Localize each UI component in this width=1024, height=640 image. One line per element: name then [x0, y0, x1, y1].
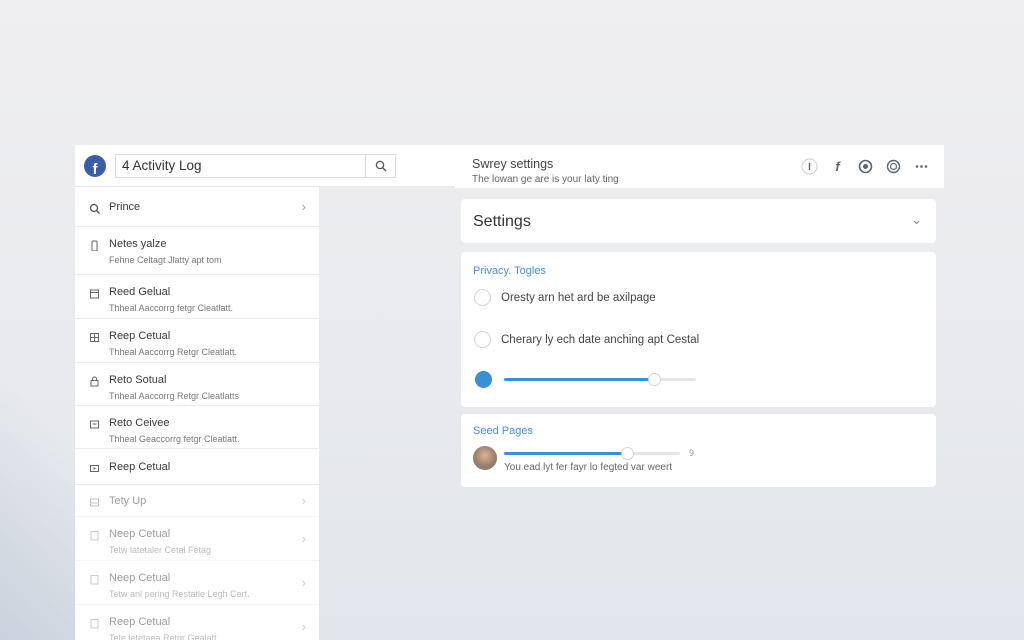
chevron-right-icon[interactable]: › [302, 493, 306, 508]
more-icon[interactable] [913, 158, 930, 175]
privacy-option-2[interactable]: Cherary ly ech date anching apt Cestal [474, 331, 699, 348]
globe-icon[interactable] [885, 158, 902, 175]
sidebar-item-subtitle: Tetw anl pering Restatle Legh Cert. [109, 589, 250, 599]
sidebar-item-label: Neep Cetual [109, 572, 171, 584]
sidebar-item[interactable]: Reep Cetual Thheal Aaccorrg Retgr Cleatla… [75, 319, 319, 363]
message-icon [89, 419, 100, 430]
settings-header: Swrey settings The lowan ge are is your … [455, 145, 944, 188]
saved-pages-card: Seed Pages 9 You ead lyt fer fayr lo feg… [461, 414, 936, 487]
sidebar-item[interactable]: Reto Sotual Tnheal Aaccorrg Retgr Cleatla… [75, 363, 319, 406]
sidebar-item-label: Netes yalze [109, 238, 167, 250]
chevron-right-icon[interactable]: › [302, 575, 306, 590]
saved-slider[interactable] [504, 447, 680, 460]
sidebar-item[interactable]: Tety Up › [75, 485, 319, 517]
sidebar-item-label: Reto Sotual [109, 374, 167, 386]
search-icon [375, 160, 386, 171]
search-box [115, 153, 396, 178]
sidebar-item-subtitle: Tete letetaea Retgr Gealatt. [109, 633, 220, 640]
privacy-option-1[interactable]: Oresty arn het ard be axilpage [474, 289, 656, 306]
sidebar-item-subtitle: Tetw latetaler Cetal Fetag [109, 545, 212, 555]
sidebar-item[interactable]: Reed Gelual Thheal Aaccorrg fetgr Cleatla… [75, 275, 319, 319]
slider-value: 9 [689, 448, 695, 458]
calendar-icon [89, 288, 100, 299]
sidebar-item-subtitle: Thheal Aaccorrg Retgr Cleatlatt. [109, 347, 238, 357]
sidebar-item-label: Tety Up [109, 494, 147, 507]
sidebar-item[interactable]: Reep Cetual Tete letetaea Retgr Gealatt. › [75, 605, 319, 640]
sidebar-item[interactable]: Neep Cetual Tetw anl pering Restatle Legh… [75, 561, 319, 605]
sidebar-item-label: Reep Cetual [109, 460, 171, 473]
sidebar-item[interactable]: Reep Cetual [75, 449, 319, 485]
sidebar-item-subtitle: Fehne Celtagt Jlatty apt tom [109, 255, 222, 265]
radio-button[interactable] [474, 331, 491, 348]
saved-title: Seed Pages [473, 425, 533, 437]
lock-icon [89, 376, 100, 387]
sidebar-item-label: Reep Cetual [109, 330, 171, 342]
radio-button[interactable] [474, 289, 491, 306]
privacy-title: Privacy. Togles [473, 265, 546, 277]
sidebar-item-label: Prince [109, 200, 141, 213]
sidebar-item[interactable]: Reto Ceivee Thheal Geaccorrg fetgr Cleatl… [75, 406, 319, 449]
doc-icon [89, 530, 100, 541]
sidebar-item-label: Neep Cetual [109, 528, 171, 540]
chevron-right-icon[interactable]: › [302, 531, 306, 546]
slider-handle[interactable] [621, 447, 635, 460]
grid-icon [89, 332, 100, 343]
left-sidebar: Prince › Netes yalze Fehne Celtagt Jlatty a… [75, 145, 319, 640]
saved-description: You ead lyt fer fayr lo fegted var weert [504, 462, 673, 473]
sidebar-item-subtitle: Thheal Geaccorrg fetgr Cleatlatt. [109, 434, 240, 444]
doc-icon [89, 574, 100, 585]
sidebar-item-label: Reed Gelual [109, 286, 171, 298]
search-input[interactable] [116, 154, 365, 177]
header-subtitle: The lowan ge are is your laty ting [472, 174, 619, 185]
sidebar-item-subtitle: Tnheal Aaccorrg Retgr Cleatlatts [109, 391, 240, 401]
sidebar-item-subtitle: Thheal Aaccorrg fetgr Cleatlatt. [109, 303, 234, 313]
slider-fill [504, 452, 628, 455]
sidebar-item-label: Reep Cetual [109, 616, 171, 628]
search-bar: f [75, 145, 455, 187]
option-label: Oresty arn het ard be axilpage [501, 291, 656, 304]
messenger-icon[interactable] [857, 158, 874, 175]
sidebar-item[interactable]: Netes yalze Fehne Celtagt Jlatty apt tom [75, 227, 319, 275]
chevron-right-icon[interactable]: › [302, 619, 306, 634]
sidebar-item[interactable]: Neep Cetual Tetw latetaler Cetal Fetag › [75, 517, 319, 561]
facebook-logo-icon[interactable]: f [84, 154, 106, 177]
header-title: Swrey settings [472, 157, 554, 171]
sidebar-item[interactable]: Prince › [75, 187, 319, 227]
chevron-down-icon[interactable]: ⌄ [911, 212, 922, 228]
phone-icon [89, 240, 100, 251]
privacy-card: Privacy. Togles Oresty arn het ard be ax… [461, 252, 936, 407]
settings-title: Settings [473, 213, 531, 230]
toggle-icon[interactable] [475, 371, 492, 388]
option-label: Cherary ly ech date anching apt Cestal [501, 333, 700, 346]
video-icon [89, 463, 100, 474]
activity-list: Prince › Netes yalze Fehne Celtagt Jlatty a… [75, 187, 319, 640]
info-icon[interactable] [801, 158, 818, 175]
sidebar-item-label: Reto Ceivee [109, 417, 170, 429]
privacy-slider[interactable] [504, 373, 696, 386]
search-button[interactable] [365, 154, 395, 177]
header-icons: f [801, 158, 930, 175]
image-icon [89, 497, 100, 508]
slider-fill [504, 378, 654, 381]
doc-icon [89, 618, 100, 629]
search-icon [89, 203, 100, 214]
settings-card[interactable]: Settings ⌄ [461, 199, 936, 243]
facebook-icon[interactable]: f [829, 158, 846, 175]
slider-handle[interactable] [647, 373, 661, 386]
chevron-right-icon[interactable]: › [302, 199, 306, 214]
avatar[interactable] [473, 446, 497, 470]
